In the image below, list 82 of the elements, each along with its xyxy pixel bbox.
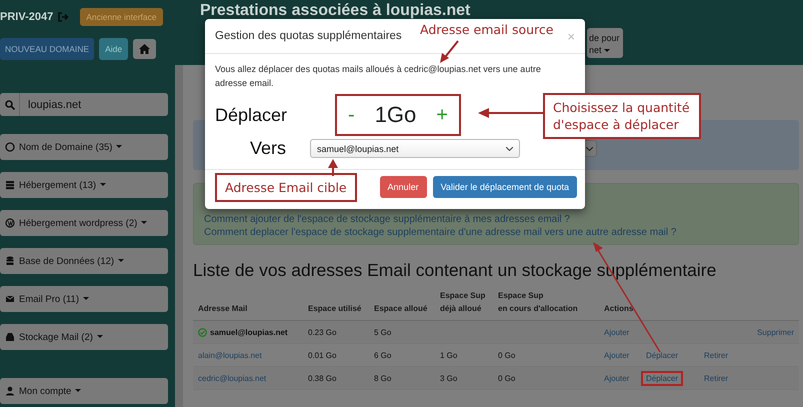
page-title: Prestations associées à loupias.net	[200, 2, 470, 20]
table-cell: 0.23 Go	[308, 328, 336, 336]
column-header: Espace Sup déjà alloué	[439, 290, 486, 315]
caret-icon	[141, 221, 148, 225]
sidebar-menu-item[interactable]: Hébergement wordpress (2)	[0, 210, 168, 236]
increment-button[interactable]: +	[434, 104, 450, 126]
caret-icon	[96, 335, 103, 339]
move-label: Déplacer	[215, 104, 288, 126]
caret-icon	[604, 49, 610, 53]
confirm-button[interactable]: Valider le déplacement de quota	[432, 176, 577, 198]
search-button[interactable]	[0, 93, 20, 116]
inbox-icon	[5, 332, 15, 342]
account-id: PRIV-2047	[0, 11, 54, 23]
sidebar-menu-item[interactable]: Email Pro (11)	[0, 286, 168, 312]
search-icon	[4, 100, 14, 110]
column-header: Espace alloué	[373, 303, 428, 315]
help-link[interactable]: Comment deplacer l'espace de stockage supplementaire d'une adresse mail vers une autre adresse mail ?	[204, 227, 788, 238]
table-cell: 1 Go	[440, 350, 458, 360]
table-cell: 0.01 Go	[308, 350, 336, 360]
annotation-arrow	[478, 108, 543, 118]
table-cell: 0 Go	[498, 350, 516, 360]
dialog-title: Gestion des quotas supplémentaires	[215, 30, 402, 42]
home-button[interactable]	[133, 39, 156, 59]
column-header: Espace Sup en cours d'allocation	[497, 290, 579, 315]
cancel-button[interactable]: Annuler	[380, 176, 427, 198]
home-icon	[139, 44, 150, 54]
email-link[interactable]: cedric@loupias.net	[198, 374, 266, 382]
envelope-icon	[5, 294, 15, 304]
table-cell: 5 Go	[374, 328, 392, 336]
sidebar-menu-item[interactable]: Mon compte	[0, 378, 168, 404]
email-address: samuel@loupias.net	[210, 328, 288, 336]
table-cell: 8 Go	[374, 374, 392, 382]
help-button[interactable]: Aide	[99, 38, 128, 60]
dialog-message: Vous allez déplacer des quotas mails alloués à cedric@loupias.net vers une autre adresse email.	[215, 63, 542, 90]
annotation-label: Adresse Email cible	[215, 172, 357, 202]
target-email-select[interactable]: samuel@loupias.net	[310, 139, 520, 158]
action-link[interactable]: Retirer	[699, 348, 734, 362]
action-link[interactable]: Ajouter	[599, 324, 634, 340]
action-link[interactable]: Ajouter	[599, 370, 634, 386]
caret-icon	[118, 259, 124, 263]
sidebar-menu-item[interactable]: Hébergement (13)	[0, 172, 168, 198]
column-header: Adresse Mail	[197, 303, 248, 315]
to-label: Vers	[249, 138, 288, 159]
database-icon	[5, 256, 15, 266]
user-icon	[5, 386, 15, 396]
annotation-label: Choisissez la quantité d'espace à déplacer	[543, 93, 701, 139]
caret-icon	[75, 389, 82, 393]
annotation-arrow	[440, 40, 459, 63]
column-header: Actions	[603, 303, 634, 315]
dropdown-button[interactable]: de pour net	[587, 28, 623, 58]
action-link[interactable]: Supprimer	[752, 324, 799, 340]
search-field[interactable]: loupias.net	[20, 93, 168, 116]
table-cell: 6 Go	[374, 350, 392, 360]
action-link[interactable]: Retirer	[699, 370, 734, 386]
new-domain-button[interactable]: NOUVEAU DOMAINE	[0, 38, 94, 60]
table-cell: 3 Go	[440, 374, 458, 382]
close-button[interactable]: ×	[567, 28, 575, 44]
chevron-down-icon	[506, 146, 513, 150]
caret-icon	[116, 145, 122, 149]
sidebar-menu-item[interactable]: Stockage Mail (2)	[0, 324, 168, 350]
check-circle-icon	[198, 328, 207, 336]
quantity-value: 1Go	[374, 102, 416, 128]
legacy-interface-button[interactable]: Ancienne interface	[80, 8, 163, 26]
globe-icon	[5, 142, 15, 152]
annotation-label: Adresse email source	[420, 21, 554, 38]
action-link[interactable]: Déplacer	[641, 348, 684, 362]
sidebar-menu-item[interactable]: Base de Données (12)	[0, 248, 168, 274]
action-link[interactable]: Ajouter	[599, 348, 634, 362]
chevron-down-icon	[586, 146, 592, 150]
server-icon	[5, 180, 15, 190]
table-cell: 0.38 Go	[308, 374, 336, 382]
sidebar-menu-item[interactable]: Nom de Domaine (35)	[0, 134, 168, 160]
caret-icon	[83, 297, 90, 301]
email-link[interactable]: alain@loupias.net	[198, 350, 262, 360]
highlighted-action-link[interactable]: Déplacer	[641, 370, 684, 386]
column-header: Espace utilisé	[307, 303, 362, 315]
caret-icon	[100, 183, 106, 187]
help-link[interactable]: Comment ajouter de l'espace de stockage supplémentaire à mes adresses email ?	[204, 214, 788, 225]
annotation-arrow	[328, 159, 338, 176]
wordpress-icon	[5, 218, 15, 228]
table-cell: 0 Go	[498, 374, 516, 382]
decrement-button[interactable]: -	[346, 104, 357, 126]
